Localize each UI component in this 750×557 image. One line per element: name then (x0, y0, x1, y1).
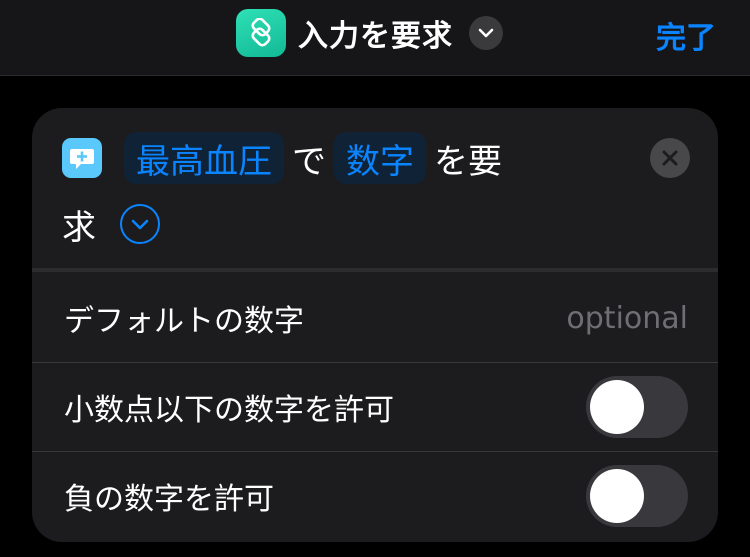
default-number-row[interactable]: デフォルトの数字 optional (32, 274, 718, 362)
close-icon[interactable] (650, 138, 690, 178)
default-number-field[interactable]: optional (566, 301, 688, 336)
page-title: 入力を要求 (298, 19, 453, 54)
title-group[interactable]: 入力を要求 (236, 9, 503, 57)
expand-chevron-icon[interactable] (120, 204, 160, 244)
action-card: 最高血圧 で 数字 を要 求 デフォルトの数字 optional 小数点以下の数… (32, 108, 718, 542)
connector-text: で (292, 141, 326, 182)
toggle-knob (590, 380, 644, 434)
suffix-text-2: 求 (62, 207, 96, 248)
toggle-knob (590, 469, 644, 523)
action-sentence-line2: 求 (62, 196, 160, 252)
action-sentence: 最高血圧 で 数字 を要 (124, 130, 510, 186)
navigation-bar: 入力を要求 完了 (0, 0, 750, 76)
done-button[interactable]: 完了 (656, 13, 716, 57)
shortcuts-icon (236, 9, 286, 57)
allow-decimals-row: 小数点以下の数字を許可 (32, 363, 718, 451)
allow-negative-label: 負の数字を許可 (64, 482, 274, 517)
allow-decimals-toggle[interactable] (586, 376, 688, 438)
section-divider (32, 268, 718, 272)
default-number-label: デフォルトの数字 (64, 304, 304, 339)
allow-decimals-label: 小数点以下の数字を許可 (64, 393, 394, 428)
allow-negative-toggle[interactable] (586, 465, 688, 527)
chevron-down-icon[interactable] (469, 16, 503, 50)
message-plus-icon (62, 138, 102, 178)
variable-token[interactable]: 最高血圧 (124, 132, 284, 184)
type-token[interactable]: 数字 (334, 132, 426, 184)
action-header: 最高血圧 で 数字 を要 求 (32, 108, 718, 268)
suffix-text: を要 (434, 141, 502, 182)
allow-negative-row: 負の数字を許可 (32, 452, 718, 540)
